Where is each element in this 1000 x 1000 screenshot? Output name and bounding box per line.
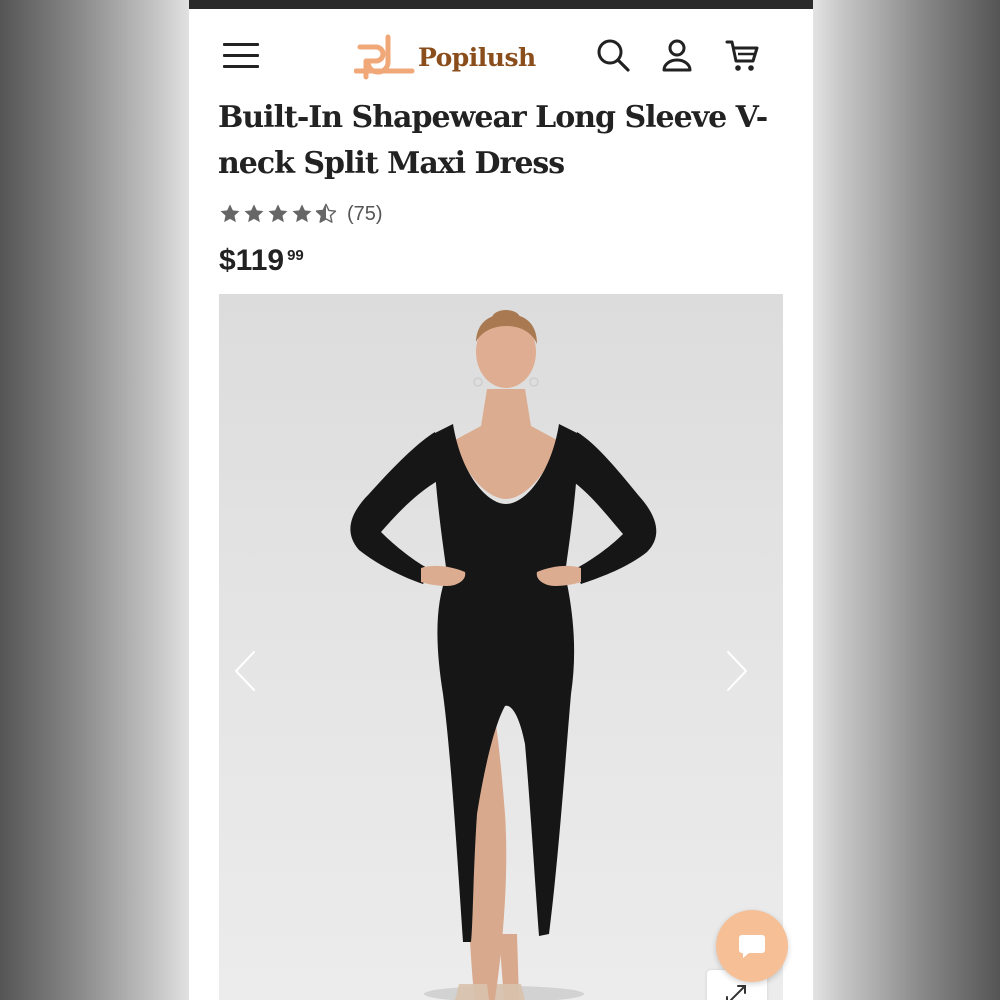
chat-button[interactable] — [716, 910, 788, 982]
account-icon[interactable] — [659, 37, 695, 73]
half-star-icon — [315, 203, 337, 223]
product-image-gallery[interactable] — [219, 294, 783, 1000]
product-rating[interactable]: (75) — [219, 200, 383, 228]
search-icon[interactable] — [595, 37, 631, 73]
site-header: Popilush — [189, 9, 813, 95]
expand-icon — [726, 985, 746, 1000]
chat-bubble-icon — [739, 935, 765, 958]
logo-mark-icon — [354, 34, 415, 80]
star-icon — [292, 204, 312, 223]
brand-name: Popilush — [418, 42, 536, 72]
review-count[interactable]: (75) — [347, 203, 383, 226]
star-icon — [220, 204, 240, 223]
cart-icon[interactable] — [724, 37, 760, 73]
price-dollars: $119 — [219, 244, 285, 277]
chevron-left-icon[interactable] — [233, 650, 257, 692]
product-photo — [350, 310, 657, 1000]
brand-logo[interactable]: Popilush — [354, 29, 536, 85]
product-price: $119 99 — [219, 244, 304, 278]
status-bar — [189, 0, 813, 9]
price-cents: 99 — [287, 247, 304, 264]
menu-icon[interactable] — [223, 41, 261, 69]
star-rating — [219, 203, 337, 225]
chevron-right-icon[interactable] — [725, 650, 749, 692]
product-title: Built-In Shapewear Long Sleeve V-neck Sp… — [218, 100, 768, 181]
star-icon — [244, 204, 264, 223]
star-icon — [268, 204, 288, 223]
mobile-page: Popilush Built-In Shapewear Long Sleeve … — [189, 0, 813, 1000]
